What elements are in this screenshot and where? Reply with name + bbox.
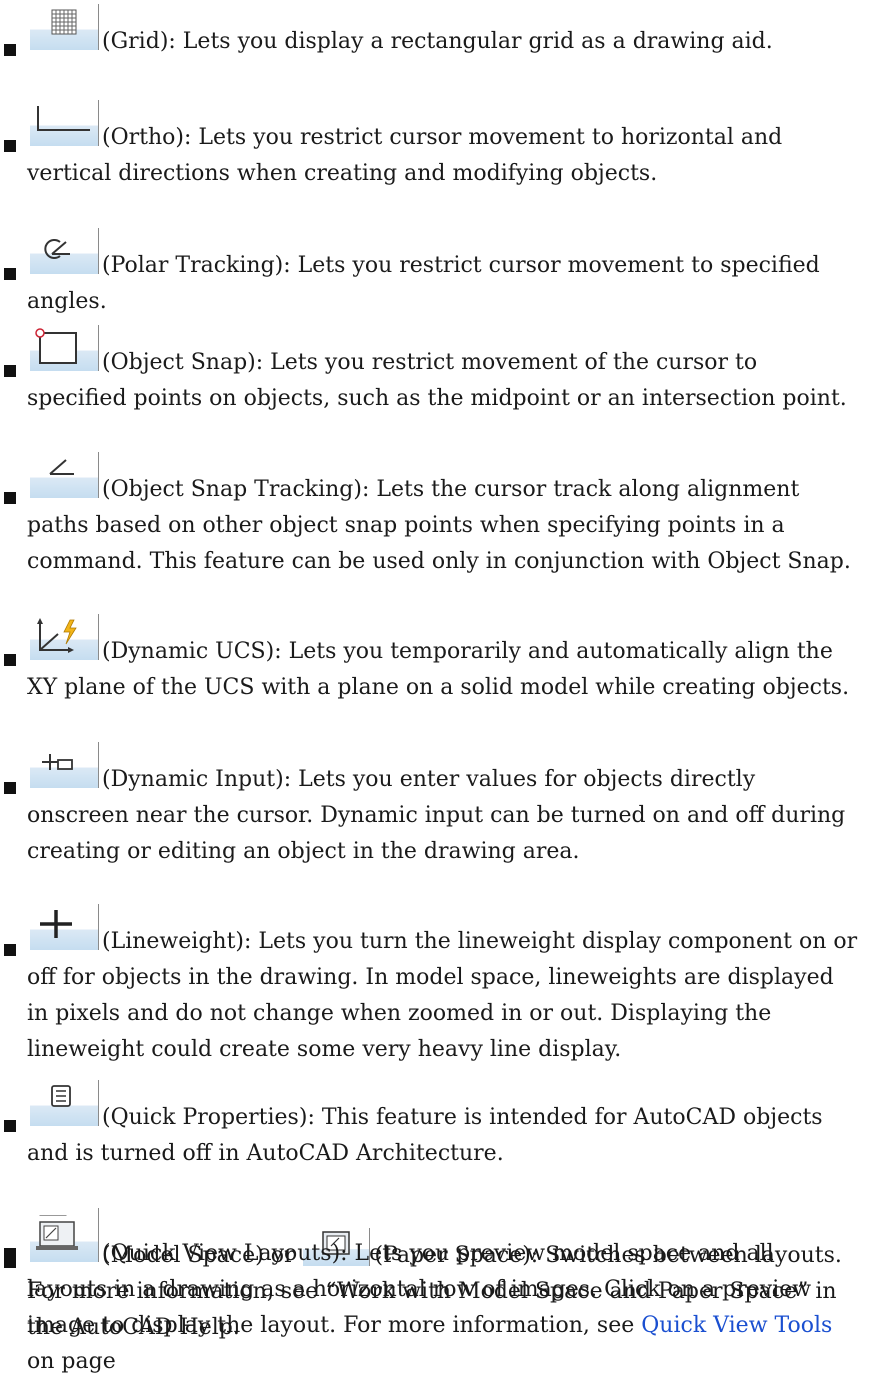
item-text: (Quick Properties): This feature is inte… [27,1105,823,1166]
item-text: (Object Snap Tracking): Lets the cursor … [27,477,851,574]
bullet [4,268,16,280]
item-text: (Object Snap): Lets you restrict movemen… [27,350,847,411]
bullet [4,140,16,152]
item-text: (Dynamic Input): Lets you enter values f… [27,767,846,864]
bullet [4,365,16,377]
bullet [4,492,16,504]
bullet [4,944,16,956]
item-text: (Dynamic UCS): Lets you temporarily and … [27,639,850,700]
bullet [4,782,16,794]
bullet [4,1120,16,1132]
item-text: (Lineweight): Lets you turn the lineweig… [27,929,858,1062]
item-text: (Grid): Lets you display a rectangular g… [102,29,773,54]
quick-view-tools-link[interactable]: Quick View Tools [641,1313,832,1338]
bullet [4,44,16,56]
item-text: (Polar Tracking): Lets you restrict curs… [27,253,820,314]
bullet [4,1256,16,1268]
item-text: (Quick View Layouts): Lets you preview m… [27,1241,833,1374]
item-text: (Ortho): Lets you restrict cursor moveme… [27,125,783,186]
bullet [4,654,16,666]
